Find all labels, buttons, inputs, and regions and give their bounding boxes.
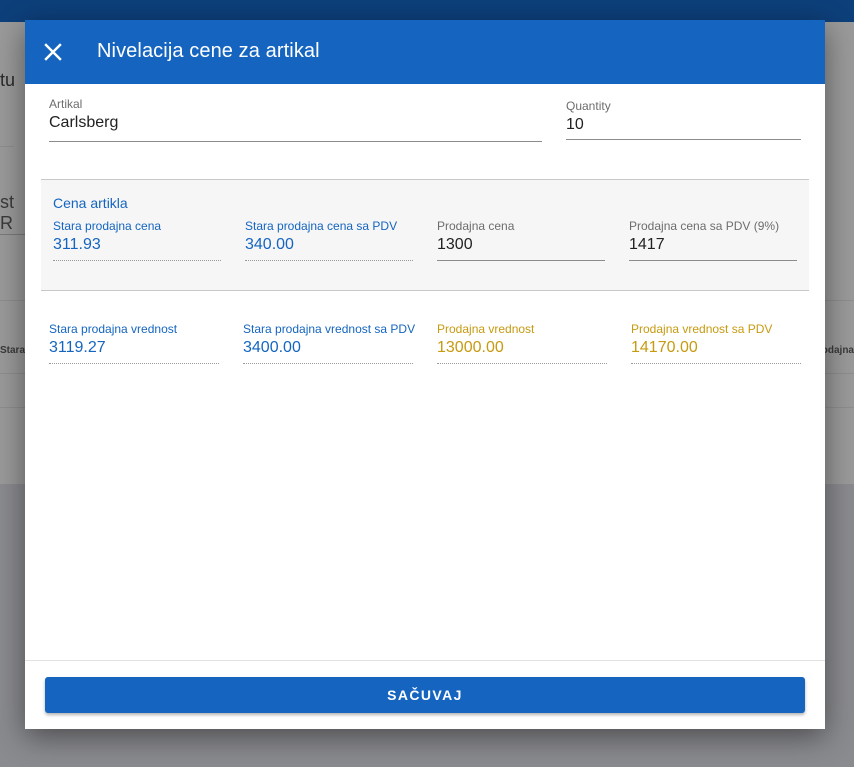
save-button[interactable]: SAČUVAJ — [45, 677, 805, 713]
old-value-value: 3119.27 — [49, 339, 106, 356]
price-section: Cena artikla Stara prodajna cena 311.93 … — [41, 179, 809, 291]
background-input-fragment: st R — [0, 192, 26, 235]
new-price-value: 1300 — [437, 236, 473, 253]
article-field[interactable]: Artikal Carlsberg — [49, 97, 542, 142]
new-price-vat-value: 1417 — [629, 236, 665, 253]
quantity-label: Quantity — [566, 99, 611, 113]
price-section-title: Cena artikla — [53, 195, 128, 211]
old-value-vat-value: 3400.00 — [243, 339, 301, 356]
price-leveling-dialog: Nivelacija cene za artikal Artikal Carls… — [25, 20, 825, 729]
new-value-value: 13000.00 — [437, 339, 504, 356]
old-price-vat-field: Stara prodajna cena sa PDV 340.00 — [245, 219, 413, 261]
new-price-input[interactable]: Prodajna cena 1300 — [437, 219, 605, 261]
new-value-vat-field: Prodajna vrednost sa PDV 14170.00 — [631, 322, 801, 364]
quantity-field[interactable]: Quantity 10 — [566, 99, 801, 140]
new-value-vat-label: Prodajna vrednost sa PDV — [631, 322, 773, 336]
dialog-header: Nivelacija cene za artikal — [25, 20, 825, 84]
article-value: Carlsberg — [49, 114, 119, 131]
background-column-header-right: odajna — [821, 345, 854, 356]
old-value-vat-label: Stara prodajna vrednost sa PDV — [243, 322, 416, 336]
old-price-vat-label: Stara prodajna cena sa PDV — [245, 219, 398, 233]
old-value-field: Stara prodajna vrednost 3119.27 — [49, 322, 219, 364]
close-icon — [44, 43, 62, 61]
close-button[interactable] — [39, 38, 67, 66]
background-divider — [0, 146, 14, 147]
old-value-vat-field: Stara prodajna vrednost sa PDV 3400.00 — [243, 322, 416, 364]
old-price-vat-value: 340.00 — [245, 236, 294, 253]
background-app-bar — [0, 0, 854, 22]
new-value-vat-value: 14170.00 — [631, 339, 698, 356]
old-price-label: Stara prodajna cena — [53, 219, 162, 233]
quantity-value: 10 — [566, 116, 584, 133]
background-heading-fragment: tu — [0, 70, 16, 90]
dialog-title: Nivelacija cene za artikal — [97, 40, 320, 62]
old-price-value: 311.93 — [53, 236, 101, 253]
old-value-label: Stara prodajna vrednost — [49, 322, 178, 336]
old-price-field: Stara prodajna cena 311.93 — [53, 219, 221, 261]
new-price-vat-input[interactable]: Prodajna cena sa PDV (9%) 1417 — [629, 219, 797, 261]
new-price-vat-label: Prodajna cena sa PDV (9%) — [629, 219, 780, 233]
new-price-label: Prodajna cena — [437, 219, 515, 233]
article-label: Artikal — [49, 97, 83, 111]
dialog-footer-divider — [25, 660, 825, 661]
new-value-field: Prodajna vrednost 13000.00 — [437, 322, 607, 364]
new-value-label: Prodajna vrednost — [437, 322, 535, 336]
background-column-header-left: Stara — [0, 345, 26, 356]
